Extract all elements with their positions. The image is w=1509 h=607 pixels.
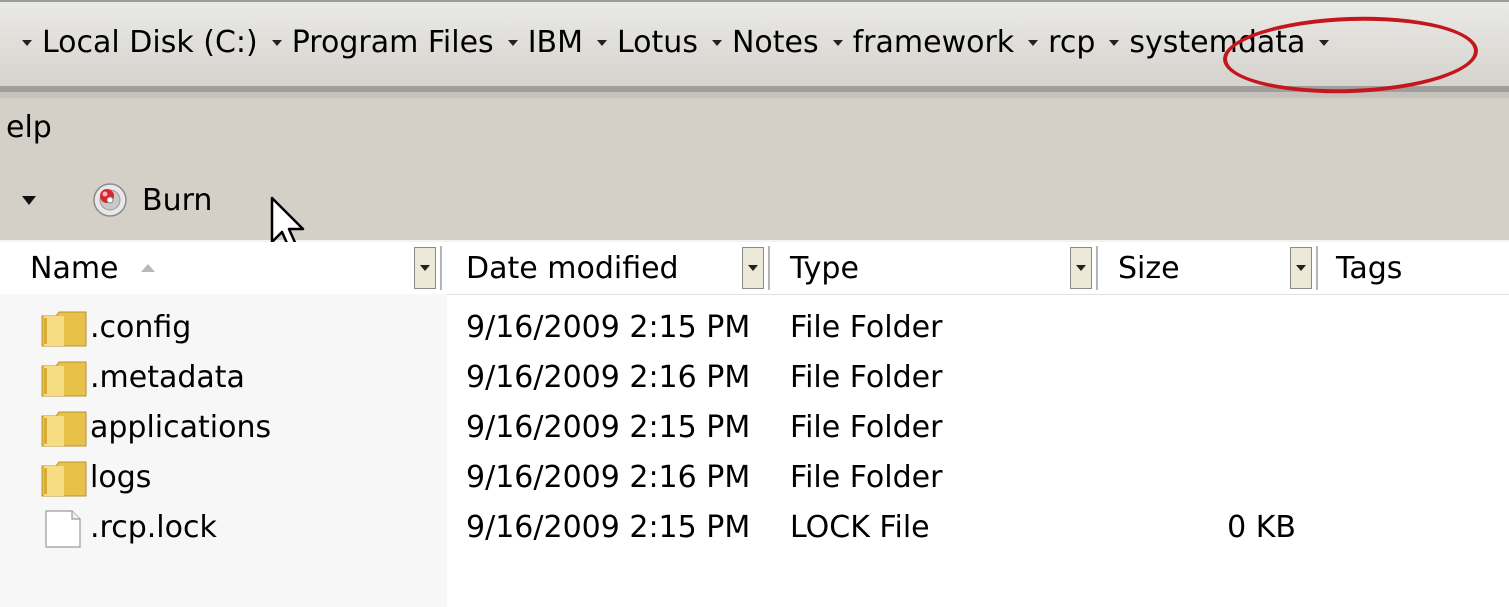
chevron-down-icon: [1076, 265, 1086, 271]
column-resize-handle[interactable]: [440, 246, 442, 290]
column-header-size[interactable]: Size: [1118, 242, 1180, 294]
chevron-down-icon[interactable]: [711, 40, 722, 46]
chevron-down-icon[interactable]: [1028, 40, 1039, 46]
list-item[interactable]: applications 9/16/2009 2:15 PM File Fold…: [0, 402, 1509, 454]
column-header-date-modified[interactable]: Date modified: [466, 242, 679, 294]
file-date: 9/16/2009 2:15 PM: [466, 310, 751, 345]
file-type: File Folder: [790, 310, 943, 345]
file-type: File Folder: [790, 460, 943, 495]
folder-icon: [41, 411, 87, 447]
file-date: 9/16/2009 2:15 PM: [466, 410, 751, 445]
list-item[interactable]: .metadata 9/16/2009 2:16 PM File Folder: [0, 352, 1509, 404]
breadcrumb: Local Disk (C:) Program Files IBM Lotus …: [18, 12, 1339, 72]
column-resize-handle[interactable]: [1316, 246, 1318, 290]
column-header-tags[interactable]: Tags: [1336, 242, 1402, 294]
column-resize-handle[interactable]: [768, 246, 770, 290]
menu-item-help[interactable]: elp: [6, 110, 52, 145]
file-icon: [45, 510, 81, 548]
file-name[interactable]: .metadata: [90, 360, 245, 395]
chevron-down-icon[interactable]: [832, 40, 843, 46]
list-item[interactable]: logs 9/16/2009 2:16 PM File Folder: [0, 452, 1509, 504]
file-date: 9/16/2009 2:16 PM: [466, 360, 751, 395]
file-date: 9/16/2009 2:15 PM: [466, 510, 751, 545]
folder-icon: [41, 311, 87, 347]
list-item[interactable]: .rcp.lock 9/16/2009 2:15 PM LOCK File 0 …: [0, 502, 1509, 554]
column-header-name[interactable]: Name: [30, 242, 155, 294]
chevron-down-icon: [748, 265, 758, 271]
breadcrumb-item-program-files[interactable]: Program Files: [268, 25, 504, 60]
breadcrumb-item-lotus[interactable]: Lotus: [593, 25, 708, 60]
file-name[interactable]: applications: [90, 410, 271, 445]
column-filter-dropdown[interactable]: [1290, 247, 1312, 289]
toolbar: Burn: [0, 160, 1509, 242]
breadcrumb-item-notes[interactable]: Notes: [708, 25, 829, 60]
breadcrumb-item-framework[interactable]: framework: [829, 25, 1025, 60]
column-filter-dropdown[interactable]: [1070, 247, 1092, 289]
file-type: File Folder: [790, 360, 943, 395]
file-type: LOCK File: [790, 510, 930, 545]
chevron-down-icon[interactable]: [597, 40, 607, 46]
chevron-down-icon: [420, 265, 430, 271]
folder-icon: [41, 461, 87, 497]
breadcrumb-item-local-disk[interactable]: Local Disk (C:): [18, 25, 268, 60]
chevron-down-icon: [1296, 265, 1306, 271]
file-date: 9/16/2009 2:16 PM: [466, 460, 751, 495]
chevron-down-icon[interactable]: [22, 196, 36, 205]
burn-label: Burn: [142, 182, 213, 218]
column-header-row: Name Date modified Type Size Tags: [0, 242, 1509, 295]
column-filter-dropdown[interactable]: [414, 247, 436, 289]
burn-button[interactable]: Burn: [92, 178, 212, 222]
folder-icon: [41, 361, 87, 397]
chevron-down-icon[interactable]: [22, 40, 32, 46]
burn-disc-icon: [93, 183, 127, 217]
file-name[interactable]: logs: [90, 460, 151, 495]
column-resize-handle[interactable]: [1096, 246, 1098, 290]
chevron-down-icon[interactable]: [1109, 40, 1120, 46]
column-filter-dropdown[interactable]: [742, 247, 764, 289]
file-size: 0 KB: [1227, 510, 1296, 545]
chevron-down-icon[interactable]: [507, 40, 518, 46]
breadcrumb-item-rcp[interactable]: rcp: [1024, 25, 1105, 60]
file-name[interactable]: .config: [90, 310, 191, 345]
column-header-type[interactable]: Type: [790, 242, 859, 294]
file-type: File Folder: [790, 410, 943, 445]
chevron-down-icon[interactable]: [271, 40, 282, 46]
file-name[interactable]: .rcp.lock: [90, 510, 217, 545]
breadcrumb-item-ibm[interactable]: IBM: [504, 25, 593, 60]
sort-ascending-icon: [140, 264, 155, 272]
menu-bar: elp: [0, 98, 1509, 160]
list-item[interactable]: .config 9/16/2009 2:15 PM File Folder: [0, 302, 1509, 354]
